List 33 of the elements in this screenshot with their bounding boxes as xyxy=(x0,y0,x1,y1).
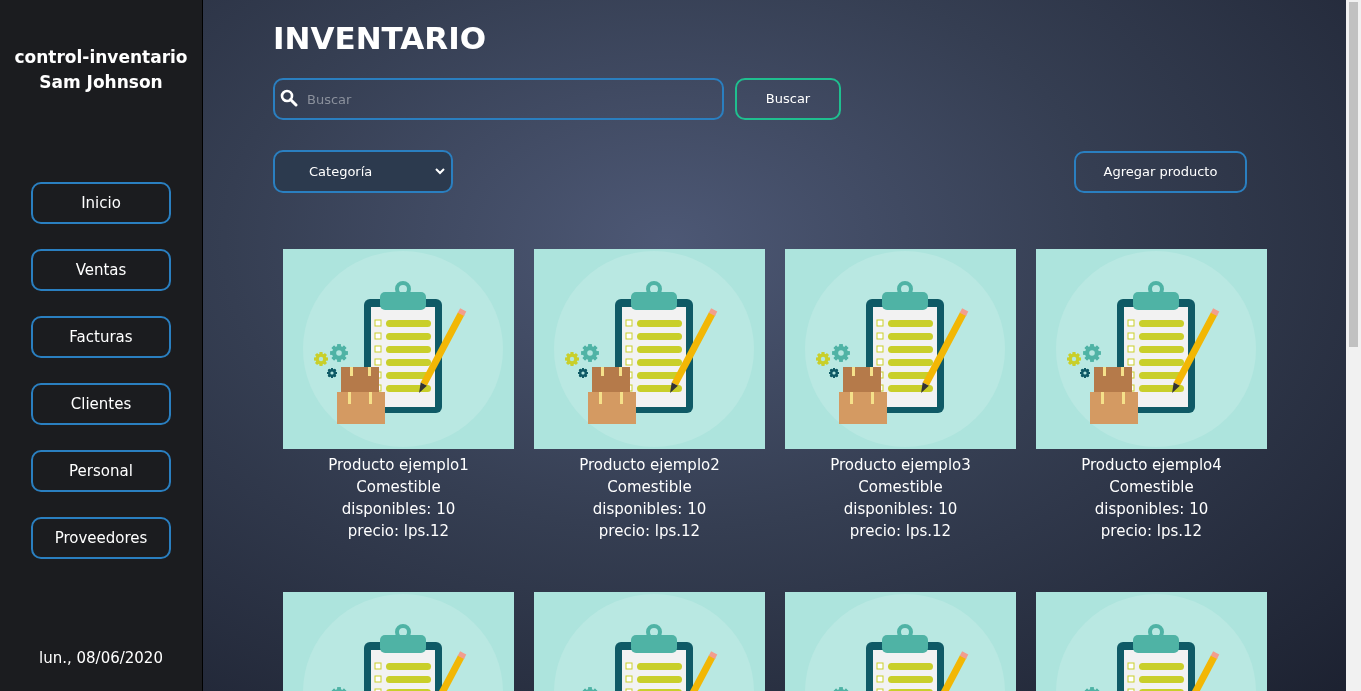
search-icon xyxy=(280,89,298,107)
product-price: precio: lps.12 xyxy=(347,521,450,542)
search-button[interactable]: Buscar xyxy=(735,78,841,120)
product-price: precio: lps.12 xyxy=(598,521,701,542)
product-price: precio: lps.12 xyxy=(849,521,952,542)
date-text: lun., 08/06/2020 xyxy=(39,647,163,669)
chevron-down-icon xyxy=(435,168,445,175)
product-price: precio: lps.12 xyxy=(1100,521,1203,542)
product-category: Comestible xyxy=(858,477,943,498)
product-name: Producto ejemplo2 xyxy=(579,455,720,476)
product-category: Comestible xyxy=(607,477,692,498)
nav-button[interactable]: Proveedores xyxy=(31,517,171,559)
search-field[interactable]: Buscar xyxy=(273,78,724,120)
user-name: Sam Johnson xyxy=(39,71,163,94)
product-name: Producto ejemplo1 xyxy=(328,455,469,476)
product-name: Producto ejemplo3 xyxy=(830,455,971,476)
nav-button[interactable]: Clientes xyxy=(31,383,171,425)
category-select[interactable]: Categoría xyxy=(273,150,453,193)
product-category: Comestible xyxy=(1109,477,1194,498)
product-category: Comestible xyxy=(356,477,441,498)
product-stock: disponibles: 10 xyxy=(592,499,707,520)
scrollbar[interactable] xyxy=(1346,0,1361,691)
add-product-button[interactable]: Agregar producto xyxy=(1074,150,1247,193)
app-name: control-inventario xyxy=(14,46,188,69)
nav-button[interactable]: Inicio xyxy=(31,182,171,224)
nav-button[interactable]: Personal xyxy=(31,450,171,492)
product-stock: disponibles: 10 xyxy=(1094,499,1209,520)
nav-button[interactable]: Facturas xyxy=(31,316,171,358)
product-name: Producto ejemplo4 xyxy=(1081,455,1222,476)
page-title: INVENTARIO xyxy=(273,19,487,58)
product-stock: disponibles: 10 xyxy=(341,499,456,520)
product-stock: disponibles: 10 xyxy=(843,499,958,520)
nav-button[interactable]: Ventas xyxy=(31,249,171,291)
